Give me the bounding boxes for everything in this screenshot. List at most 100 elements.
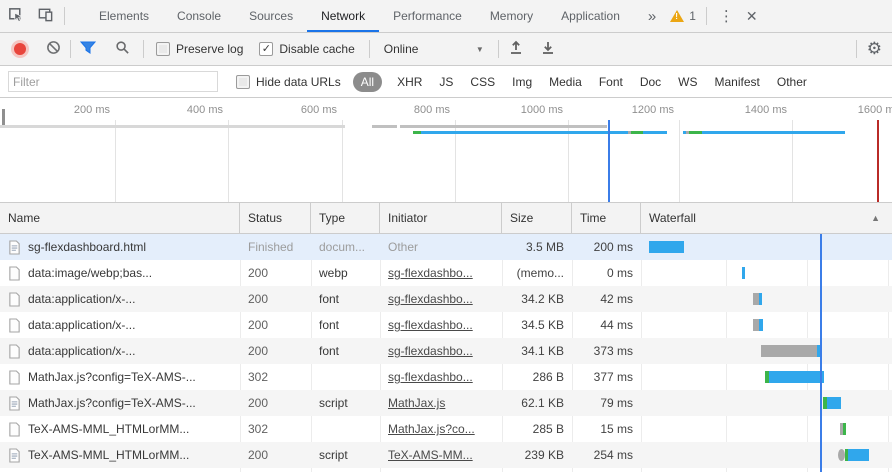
main-tab-list: ElementsConsoleSourcesNetworkPerformance… <box>85 0 634 32</box>
filter-type-manifest[interactable]: Manifest <box>713 72 762 92</box>
initiator-link[interactable]: MathJax.js?co... <box>388 422 475 436</box>
initiator-link[interactable]: sg-flexdashbo... <box>388 266 473 280</box>
cell-type: font <box>311 338 380 364</box>
close-icon[interactable]: ✕ <box>742 8 768 25</box>
import-har-button[interactable] <box>503 37 529 61</box>
initiator-link[interactable]: sg-flexdashbo... <box>388 292 473 306</box>
cell-initiator: sg-flexdashbo... <box>380 364 502 390</box>
table-row[interactable]: TeX-AMS-MML_HTMLorMM...302MathJax.js?co.… <box>0 416 892 442</box>
divider <box>856 40 857 58</box>
filter-type-xhr[interactable]: XHR <box>395 72 424 92</box>
gear-icon[interactable]: ⚙ <box>861 39 892 59</box>
kebab-menu-icon[interactable]: ⋮ <box>711 7 742 25</box>
cell-name: data:application/x-... <box>0 286 240 312</box>
table-row[interactable]: MathJax.js?config=TeX-AMS-...200scriptMa… <box>0 390 892 416</box>
cell-status: 302 <box>240 416 311 442</box>
disable-cache-checkbox[interactable]: ✓ Disable cache <box>259 42 354 56</box>
table-row[interactable]: data:image/webp;bas...200webpsg-flexdash… <box>0 260 892 286</box>
cell-size: 34.1 KB <box>502 338 572 364</box>
column-header-waterfall[interactable]: Waterfall▲ <box>641 203 892 233</box>
waterfall-bar <box>761 345 817 357</box>
cell-status: 200 <box>240 338 311 364</box>
table-row[interactable]: data:application/x-... 200font sg-flexdash… <box>0 338 892 364</box>
request-name: TeX-AMS-MML_HTMLorMM... <box>28 442 189 468</box>
column-header-name[interactable]: Name <box>0 203 240 233</box>
cell-name: data:application/x-... <box>0 338 240 364</box>
tab-performance[interactable]: Performance <box>379 0 476 32</box>
cell-time: 373 ms <box>572 338 641 364</box>
filter-type-ws[interactable]: WS <box>676 72 699 92</box>
tab-elements[interactable]: Elements <box>85 0 163 32</box>
cell-time: 254 ms <box>572 442 641 468</box>
more-tabs-chevron[interactable]: » <box>640 8 664 25</box>
table-row[interactable]: data:application/x-...200fontsg-flexdash… <box>0 286 892 312</box>
divider <box>143 40 144 58</box>
column-header-time[interactable]: Time <box>572 203 641 233</box>
initiator-link[interactable]: sg-flexdashbo... <box>388 370 473 384</box>
overview-tick-label: 600 ms <box>267 104 337 116</box>
cell-type: font <box>311 312 380 338</box>
devtools-tabbar: ElementsConsoleSourcesNetworkPerformance… <box>0 0 892 33</box>
search-button[interactable] <box>109 37 135 61</box>
filter-input[interactable] <box>8 71 218 92</box>
tab-network[interactable]: Network <box>307 0 379 32</box>
filter-type-doc[interactable]: Doc <box>638 72 663 92</box>
cell-initiator: sg-flexdashbo... <box>380 312 502 338</box>
filter-type-img[interactable]: Img <box>510 72 534 92</box>
filter-type-media[interactable]: Media <box>547 72 584 92</box>
overview-tick-label: 800 ms <box>380 104 450 116</box>
clear-button[interactable] <box>40 37 66 61</box>
filter-type-js[interactable]: JS <box>437 72 455 92</box>
search-icon <box>115 40 130 58</box>
cell-type: script <box>311 390 380 416</box>
console-warning-badge[interactable]: 1 <box>664 9 702 23</box>
filter-toggle-button[interactable] <box>75 37 101 61</box>
tab-sources[interactable]: Sources <box>235 0 307 32</box>
table-row[interactable]: MathJax.js?config=TeX-AMS-...302sg-flexd… <box>0 364 892 390</box>
cell-initiator: sg-flexdashbo... <box>380 286 502 312</box>
column-header-initiator[interactable]: Initiator <box>380 203 502 233</box>
filter-type-all[interactable]: All <box>353 72 382 92</box>
cell-initiator: MathJax.js?co... <box>380 416 502 442</box>
record-button[interactable] <box>14 43 26 55</box>
filter-type-css[interactable]: CSS <box>468 72 497 92</box>
file-icon <box>8 318 21 333</box>
column-header-type[interactable]: Type <box>311 203 380 233</box>
tab-console[interactable]: Console <box>163 0 235 32</box>
divider <box>369 40 370 58</box>
overview-request-bar <box>643 131 667 134</box>
request-name: data:application/x-... <box>28 338 135 364</box>
cell-time: 42 ms <box>572 286 641 312</box>
cell-type: script <box>311 442 380 468</box>
table-row[interactable]: sg-flexdashboard.htmlFinisheddocum...Oth… <box>0 234 892 260</box>
filter-type-other[interactable]: Other <box>775 72 809 92</box>
inspect-element-button[interactable] <box>0 3 30 29</box>
initiator-link[interactable]: sg-flexdashbo... <box>388 318 473 332</box>
throttling-select[interactable]: Online ▼ <box>384 42 484 56</box>
table-row[interactable]: data:application/x-...200fontsg-flexdash… <box>0 312 892 338</box>
column-header-size[interactable]: Size <box>502 203 572 233</box>
waterfall-bar <box>843 423 846 435</box>
cell-name: MathJax.js?config=TeX-AMS-... <box>0 364 240 390</box>
initiator-link[interactable]: MathJax.js <box>388 396 445 410</box>
file-icon <box>8 344 21 359</box>
export-har-button[interactable] <box>535 37 561 61</box>
toggle-device-toolbar-button[interactable] <box>30 3 60 29</box>
tab-memory[interactable]: Memory <box>476 0 547 32</box>
cell-status: 200 <box>240 390 311 416</box>
tab-application[interactable]: Application <box>547 0 634 32</box>
network-overview-timeline[interactable]: 200 ms400 ms600 ms800 ms1000 ms1200 ms14… <box>0 98 892 203</box>
overview-tick-label: 1200 ms <box>604 104 674 116</box>
cell-size: 286 B <box>502 364 572 390</box>
hide-data-urls-label: Hide data URLs <box>256 75 341 89</box>
overview-request-bar <box>372 125 397 128</box>
hide-data-urls-checkbox[interactable]: Hide data URLs <box>236 75 341 89</box>
initiator-link[interactable]: sg-flexdashbo... <box>388 344 473 358</box>
table-row[interactable]: TeX-AMS-MML_HTMLorMM...200scriptTeX-AMS-… <box>0 442 892 468</box>
file-icon <box>8 370 21 385</box>
initiator-link[interactable]: TeX-AMS-MM... <box>388 448 473 462</box>
preserve-log-checkbox[interactable]: Preserve log <box>156 42 243 56</box>
filter-type-font[interactable]: Font <box>597 72 625 92</box>
cell-status: 200 <box>240 312 311 338</box>
column-header-status[interactable]: Status <box>240 203 311 233</box>
